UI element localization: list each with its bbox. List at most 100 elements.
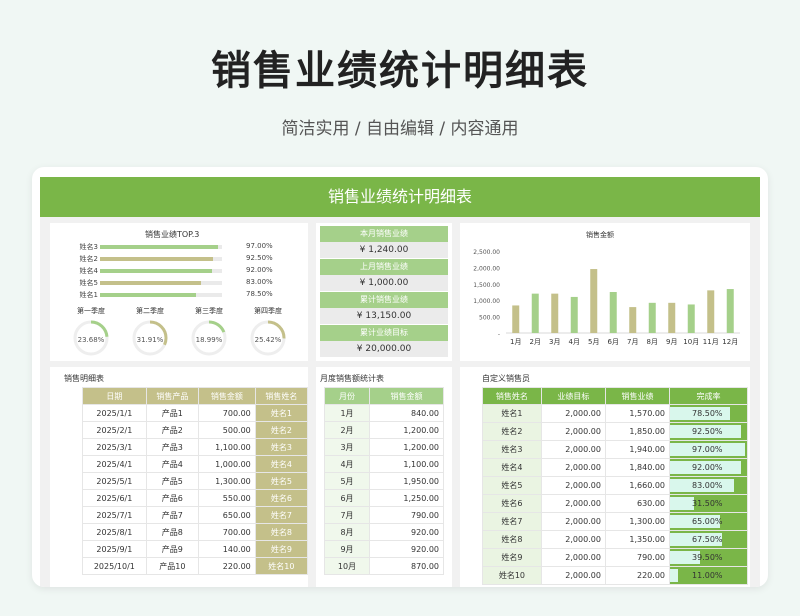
monthly-cell[interactable]: 4月 <box>323 455 371 473</box>
salesperson-cell[interactable]: 姓名6 <box>482 494 542 513</box>
kpi-value-current-month[interactable]: ¥ 1,240.00 <box>320 242 448 258</box>
sales-cell[interactable]: 姓名3 <box>254 438 309 456</box>
sales-cell[interactable]: 姓名8 <box>254 523 309 541</box>
sales-cell[interactable]: 2025/6/1 <box>82 489 147 507</box>
salesperson-cell[interactable]: 1,940.00 <box>604 440 671 459</box>
sales-cell[interactable]: 产品9 <box>145 540 199 558</box>
sales-cell[interactable]: 姓名5 <box>254 472 309 490</box>
monthly-cell[interactable]: 6月 <box>323 489 371 507</box>
completion-rate-cell[interactable]: 31.50% <box>669 494 748 513</box>
salesperson-cell[interactable]: 2,000.00 <box>540 566 606 585</box>
sales-cell[interactable]: 产品4 <box>145 455 199 473</box>
sales-cell[interactable]: 产品3 <box>145 438 199 456</box>
sales-cell[interactable]: 650.00 <box>197 506 256 524</box>
monthly-cell[interactable]: 1,950.00 <box>369 472 444 490</box>
monthly-cell[interactable]: 920.00 <box>369 523 444 541</box>
sales-cell[interactable]: 550.00 <box>197 489 256 507</box>
sales-cell[interactable]: 产品10 <box>145 557 199 575</box>
salesperson-cell[interactable]: 2,000.00 <box>540 422 606 441</box>
monthly-cell[interactable]: 790.00 <box>369 506 444 524</box>
monthly-cell[interactable]: 840.00 <box>369 404 444 422</box>
sales-cell[interactable]: 220.00 <box>197 557 256 575</box>
completion-rate-cell[interactable]: 78.50% <box>669 404 748 423</box>
salesperson-cell[interactable]: 220.00 <box>604 566 671 585</box>
sales-cell[interactable]: 2025/9/1 <box>82 540 147 558</box>
monthly-cell[interactable]: 870.00 <box>369 557 444 575</box>
salesperson-cell[interactable]: 姓名9 <box>482 548 542 567</box>
completion-rate-cell[interactable]: 67.50% <box>669 530 748 549</box>
completion-rate-cell[interactable]: 92.50% <box>669 422 748 441</box>
completion-rate-cell[interactable]: 65.00% <box>669 512 748 531</box>
monthly-cell[interactable]: 5月 <box>323 472 371 490</box>
monthly-cell[interactable]: 7月 <box>323 506 371 524</box>
kpi-value-last-month[interactable]: ¥ 1,000.00 <box>320 275 448 291</box>
sales-cell[interactable]: 姓名6 <box>254 489 309 507</box>
salesperson-cell[interactable]: 1,570.00 <box>604 404 671 423</box>
sales-cell[interactable]: 2025/8/1 <box>82 523 147 541</box>
sales-cell[interactable]: 产品5 <box>145 472 199 490</box>
sales-cell[interactable]: 姓名7 <box>254 506 309 524</box>
sales-cell[interactable]: 500.00 <box>197 421 256 439</box>
kpi-value-cumulative[interactable]: ¥ 13,150.00 <box>320 308 448 324</box>
monthly-cell[interactable]: 3月 <box>323 438 371 456</box>
completion-rate-cell[interactable]: 11.00% <box>669 566 748 585</box>
sales-cell[interactable]: 700.00 <box>197 404 256 422</box>
completion-rate-cell[interactable]: 97.00% <box>669 440 748 459</box>
sales-cell[interactable]: 产品7 <box>145 506 199 524</box>
sales-cell[interactable]: 姓名2 <box>254 421 309 439</box>
monthly-cell[interactable]: 1,100.00 <box>369 455 444 473</box>
salesperson-cell[interactable]: 2,000.00 <box>540 404 606 423</box>
salesperson-cell[interactable]: 630.00 <box>604 494 671 513</box>
sales-cell[interactable]: 2025/1/1 <box>82 404 147 422</box>
sales-cell[interactable]: 2025/7/1 <box>82 506 147 524</box>
salesperson-cell[interactable]: 姓名4 <box>482 458 542 477</box>
salesperson-cell[interactable]: 姓名5 <box>482 476 542 495</box>
sales-cell[interactable]: 2025/5/1 <box>82 472 147 490</box>
salesperson-cell[interactable]: 2,000.00 <box>540 476 606 495</box>
sales-cell[interactable]: 姓名10 <box>254 557 309 575</box>
salesperson-cell[interactable]: 1,350.00 <box>604 530 671 549</box>
salesperson-cell[interactable]: 2,000.00 <box>540 494 606 513</box>
sales-cell[interactable]: 2025/10/1 <box>82 557 147 575</box>
monthly-cell[interactable]: 1,200.00 <box>369 421 444 439</box>
monthly-cell[interactable]: 10月 <box>323 557 371 575</box>
completion-rate-cell[interactable]: 92.00% <box>669 458 748 477</box>
sales-cell[interactable]: 1,300.00 <box>197 472 256 490</box>
monthly-cell[interactable]: 2月 <box>323 421 371 439</box>
sales-cell[interactable]: 产品1 <box>145 404 199 422</box>
sales-cell[interactable]: 姓名4 <box>254 455 309 473</box>
monthly-cell[interactable]: 1月 <box>323 404 371 422</box>
salesperson-cell[interactable]: 姓名3 <box>482 440 542 459</box>
salesperson-cell[interactable]: 2,000.00 <box>540 440 606 459</box>
sales-cell[interactable]: 2025/2/1 <box>82 421 147 439</box>
sales-cell[interactable]: 140.00 <box>197 540 256 558</box>
sales-cell[interactable]: 1,000.00 <box>197 455 256 473</box>
monthly-cell[interactable]: 920.00 <box>369 540 444 558</box>
monthly-cell[interactable]: 1,250.00 <box>369 489 444 507</box>
salesperson-cell[interactable]: 2,000.00 <box>540 512 606 531</box>
sales-cell[interactable]: 1,100.00 <box>197 438 256 456</box>
salesperson-cell[interactable]: 1,660.00 <box>604 476 671 495</box>
salesperson-cell[interactable]: 2,000.00 <box>540 548 606 567</box>
salesperson-cell[interactable]: 1,840.00 <box>604 458 671 477</box>
completion-rate-cell[interactable]: 39.50% <box>669 548 748 567</box>
salesperson-cell[interactable]: 姓名7 <box>482 512 542 531</box>
salesperson-cell[interactable]: 1,300.00 <box>604 512 671 531</box>
sales-cell[interactable]: 产品8 <box>145 523 199 541</box>
monthly-cell[interactable]: 9月 <box>323 540 371 558</box>
sales-cell[interactable]: 产品6 <box>145 489 199 507</box>
monthly-cell[interactable]: 1,200.00 <box>369 438 444 456</box>
salesperson-cell[interactable]: 1,850.00 <box>604 422 671 441</box>
salesperson-cell[interactable]: 姓名8 <box>482 530 542 549</box>
sales-cell[interactable]: 姓名1 <box>254 404 309 422</box>
salesperson-cell[interactable]: 2,000.00 <box>540 530 606 549</box>
kpi-value-target[interactable]: ¥ 20,000.00 <box>320 341 448 357</box>
sales-cell[interactable]: 2025/3/1 <box>82 438 147 456</box>
sales-cell[interactable]: 2025/4/1 <box>82 455 147 473</box>
salesperson-cell[interactable]: 姓名1 <box>482 404 542 423</box>
salesperson-cell[interactable]: 姓名2 <box>482 422 542 441</box>
sales-cell[interactable]: 产品2 <box>145 421 199 439</box>
salesperson-cell[interactable]: 790.00 <box>604 548 671 567</box>
sales-cell[interactable]: 700.00 <box>197 523 256 541</box>
salesperson-cell[interactable]: 2,000.00 <box>540 458 606 477</box>
